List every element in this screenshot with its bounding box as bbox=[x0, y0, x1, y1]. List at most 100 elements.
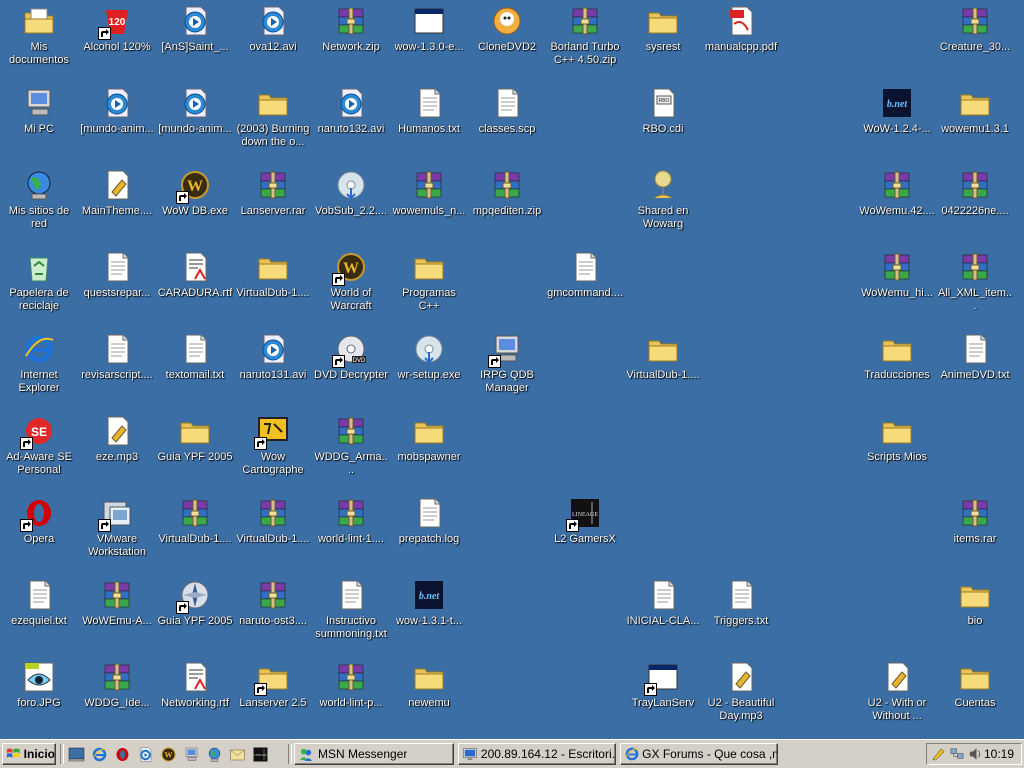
desktop-item[interactable]: Scripts Mios bbox=[858, 412, 936, 464]
desktop-item[interactable]: questsrepar... bbox=[78, 248, 156, 300]
desktop-item[interactable]: VirtualDub-1.... bbox=[156, 494, 234, 546]
desktop-item[interactable]: Wow Cartographe bbox=[234, 412, 312, 477]
desktop-item[interactable]: Mis sitios de red bbox=[0, 166, 78, 231]
desktop-item[interactable]: Opera bbox=[0, 494, 78, 546]
desktop-item[interactable]: Papelera de reciclaje bbox=[0, 248, 78, 313]
desktop-item[interactable]: Triggers.txt bbox=[702, 576, 780, 628]
desktop-item[interactable]: W WoW DB.exe bbox=[156, 166, 234, 218]
desktop-item[interactable]: DVD DVD Decrypter bbox=[312, 330, 390, 382]
desktop-item[interactable]: naruto-ost3.... bbox=[234, 576, 312, 628]
desktop-item[interactable]: VirtualDub-1.... bbox=[624, 330, 702, 382]
desktop-item[interactable]: CloneDVD2 bbox=[468, 2, 546, 54]
desktop-item[interactable]: Internet Explorer bbox=[0, 330, 78, 395]
desktop-item[interactable]: VMware Workstation bbox=[78, 494, 156, 559]
desktop-item[interactable]: sysrest bbox=[624, 2, 702, 54]
desktop-item[interactable]: wr-setup.exe bbox=[390, 330, 468, 382]
desktop-item[interactable]: Network.zip bbox=[312, 2, 390, 54]
desktop-item[interactable]: Creature_30... bbox=[936, 2, 1014, 54]
desktop-item[interactable]: VirtualDub-1.... bbox=[234, 248, 312, 300]
desktop-item[interactable]: SE Ad-Aware SE Personal bbox=[0, 412, 78, 477]
desktop-item[interactable]: Humanos.txt bbox=[390, 84, 468, 136]
desktop-item[interactable]: RBO RBO.cdi bbox=[624, 84, 702, 136]
desktop-item[interactable]: Traducciones bbox=[858, 330, 936, 382]
desktop-item[interactable]: CARADURA.rtf bbox=[156, 248, 234, 300]
desktop-item[interactable]: Networking.rtf bbox=[156, 658, 234, 710]
desktop-item[interactable]: naruto132.avi bbox=[312, 84, 390, 136]
desktop-item[interactable]: classes.scp bbox=[468, 84, 546, 136]
wow-quicklaunch-icon[interactable]: W bbox=[160, 746, 177, 763]
desktop-item[interactable]: LINEAGE L2 GamersX bbox=[546, 494, 624, 546]
desktop-item[interactable]: Shared en Wowarg bbox=[624, 166, 702, 231]
desktop-item[interactable]: Guia YPF 2005 bbox=[156, 576, 234, 628]
desktop-item[interactable]: VobSub_2.2.... bbox=[312, 166, 390, 218]
desktop-item[interactable]: 0422226ne.... bbox=[936, 166, 1014, 218]
desktop-item[interactable]: gmcommand.... bbox=[546, 248, 624, 300]
desktop-item[interactable]: items.rar bbox=[936, 494, 1014, 546]
desktop-item[interactable]: Programas C++ bbox=[390, 248, 468, 313]
desktop-item[interactable]: U2 - Beautiful Day.mp3 bbox=[702, 658, 780, 723]
desktop-item[interactable]: world-lint-1.... bbox=[312, 494, 390, 546]
clock[interactable]: 10:19 bbox=[984, 747, 1014, 761]
desktop-item[interactable]: TrayLanServ bbox=[624, 658, 702, 710]
desktop-item[interactable]: All_XML_item... bbox=[936, 248, 1014, 313]
tray-pen-icon[interactable] bbox=[930, 746, 946, 762]
taskbar-button[interactable]: MSN Messenger bbox=[294, 743, 454, 765]
desktop-item[interactable]: 120 Alcohol 120% bbox=[78, 2, 156, 54]
desktop-item[interactable]: VirtualDub-1.... bbox=[234, 494, 312, 546]
desktop-item[interactable]: mpqediten.zip bbox=[468, 166, 546, 218]
desktop-item[interactable]: WDDG_Ide... bbox=[78, 658, 156, 710]
desktop-item[interactable]: textomail.txt bbox=[156, 330, 234, 382]
app-quicklaunch-icon[interactable] bbox=[183, 746, 200, 763]
desktop-item[interactable]: MainTheme.... bbox=[78, 166, 156, 218]
desktop-item[interactable]: wowemuls_n... bbox=[390, 166, 468, 218]
desktop-item[interactable]: naruto131.avi bbox=[234, 330, 312, 382]
desktop-item[interactable]: IRPG QDB Manager bbox=[468, 330, 546, 395]
desktop-item[interactable]: ezequiel.txt bbox=[0, 576, 78, 628]
desktop-item[interactable]: newemu bbox=[390, 658, 468, 710]
desktop-item[interactable]: b.net WoW-1.2.4-... bbox=[858, 84, 936, 136]
desktop-item[interactable]: Borland Turbo C++ 4.50.zip bbox=[546, 2, 624, 67]
desktop-item[interactable]: [mundo-anim... bbox=[156, 84, 234, 136]
desktop-item[interactable]: wow-1.3.0-e... bbox=[390, 2, 468, 54]
mail-quicklaunch-icon[interactable] bbox=[229, 746, 246, 763]
ie-quicklaunch-icon[interactable] bbox=[91, 746, 108, 763]
desktop-item[interactable]: foro.JPG bbox=[0, 658, 78, 710]
desktop-item[interactable]: WoWemu.42.... bbox=[858, 166, 936, 218]
desktop-item[interactable]: ova12.avi bbox=[234, 2, 312, 54]
desktop-item[interactable]: [mundo-anim... bbox=[78, 84, 156, 136]
desktop-item[interactable]: b.net wow-1.3.1-t... bbox=[390, 576, 468, 628]
desktop-item[interactable]: U2 - With or Without ... bbox=[858, 658, 936, 723]
desktop-item[interactable]: INICIAL-CLA... bbox=[624, 576, 702, 628]
tray-network-icon[interactable] bbox=[949, 746, 965, 762]
start-button[interactable]: Inicio bbox=[2, 743, 56, 765]
desktop-item[interactable]: Lanserver 2.5 bbox=[234, 658, 312, 710]
desktop-item[interactable]: wowemu1.3.1 bbox=[936, 84, 1014, 136]
desktop-item[interactable]: (2003) Burning down the o... bbox=[234, 84, 312, 149]
desktop-item[interactable]: revisarscript.... bbox=[78, 330, 156, 382]
desktop-item[interactable]: prepatch.log bbox=[390, 494, 468, 546]
tray-sound-icon[interactable] bbox=[968, 746, 984, 762]
desktop-item[interactable]: eze.mp3 bbox=[78, 412, 156, 464]
desktop-item[interactable]: [AnS]Saint_... bbox=[156, 2, 234, 54]
desktop-item[interactable]: WDDG_Arma.... bbox=[312, 412, 390, 477]
desktop-item[interactable]: Instructivo summoning.txt bbox=[312, 576, 390, 641]
desktop-item[interactable]: Lanserver.rar bbox=[234, 166, 312, 218]
desktop-item[interactable]: bio bbox=[936, 576, 1014, 628]
desktop-item[interactable]: WoWemu_hi... bbox=[858, 248, 936, 300]
desktop-item[interactable]: Mis documentos bbox=[0, 2, 78, 67]
show-desktop-icon[interactable] bbox=[68, 746, 85, 763]
desktop-item[interactable]: W World of Warcraft bbox=[312, 248, 390, 313]
desktop-item[interactable]: WoWEmu-A... bbox=[78, 576, 156, 628]
lineage-quicklaunch-icon[interactable]: LINEAGE bbox=[252, 746, 269, 763]
media-player-quicklaunch-icon[interactable] bbox=[137, 746, 154, 763]
desktop-item[interactable]: Cuentas bbox=[936, 658, 1014, 710]
taskbar-button[interactable]: 200.89.164.12 - Escritori... bbox=[458, 743, 616, 765]
taskbar-button[interactable]: GX Forums - Que cosa ,n... bbox=[620, 743, 778, 765]
opera-quicklaunch-icon[interactable] bbox=[114, 746, 131, 763]
network-quicklaunch-icon[interactable] bbox=[206, 746, 223, 763]
desktop-item[interactable]: world-lint-p... bbox=[312, 658, 390, 710]
desktop-item[interactable]: Mi PC bbox=[0, 84, 78, 136]
desktop-item[interactable]: mobspawner bbox=[390, 412, 468, 464]
desktop-item[interactable]: Guia YPF 2005 bbox=[156, 412, 234, 464]
desktop-item[interactable]: manualcpp.pdf bbox=[702, 2, 780, 54]
